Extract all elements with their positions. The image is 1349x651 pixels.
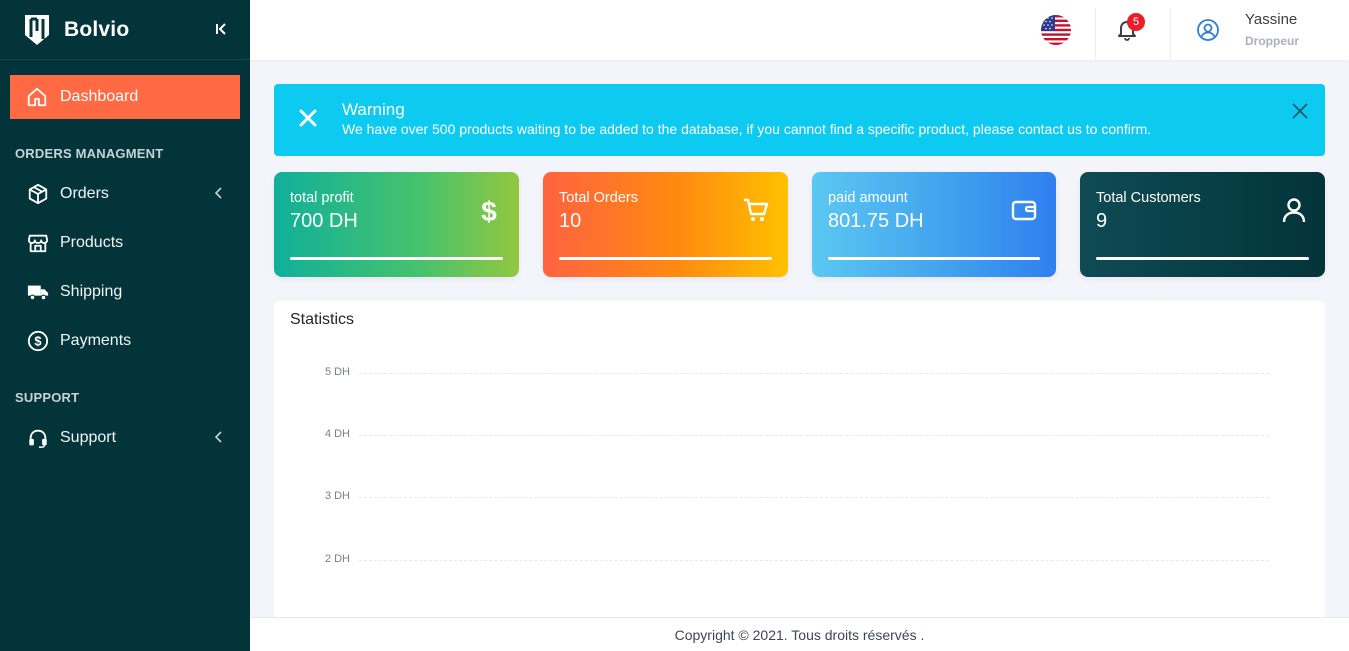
card-progress-bar [828, 257, 1040, 260]
y-axis-tick: 5 DH [324, 366, 350, 378]
y-axis-tick: 3 DH [324, 490, 350, 502]
sidebar-item-label: Shipping [60, 283, 123, 300]
card-total-orders: Total Orders 10 [543, 172, 788, 277]
card-paid-amount: paid amount 801.75 DH [812, 172, 1056, 277]
sidebar-item-payments[interactable]: $ Payments [10, 321, 240, 361]
card-total-profit: total profit 700 DH $ [274, 172, 519, 277]
warning-alert: Warning We have over 500 products waitin… [274, 84, 1325, 156]
card-label: Total Customers [1096, 190, 1201, 206]
card-value: 700 DH [290, 210, 358, 232]
user-avatar-icon[interactable] [1196, 18, 1220, 42]
alert-message: We have over 500 products waiting to be … [342, 121, 1152, 137]
statistics-panel: Statistics 5 DH 4 DH 3 DH 2 DH [274, 301, 1325, 631]
box-icon [26, 182, 50, 206]
sidebar-item-label: Dashboard [60, 88, 139, 105]
wallet-icon [1011, 200, 1037, 221]
chevron-left-icon [214, 187, 222, 199]
grid-line [359, 560, 1269, 561]
card-label: total profit [290, 190, 354, 206]
chevron-left-icon [214, 431, 222, 443]
sidebar-item-orders[interactable]: Orders [10, 174, 240, 214]
sidebar: Bolvio Dashboard ORDERS MANAGMENT Orders… [0, 0, 250, 651]
sidebar-item-label: Orders [60, 185, 109, 202]
statistics-title: Statistics [290, 311, 355, 328]
brand-name: Bolvio [64, 17, 130, 41]
footer: Copyright © 2021. Tous droits réservés . [250, 617, 1349, 651]
topbar: 5 Yassine Droppeur [250, 0, 1349, 60]
brand-logo-icon [25, 14, 49, 45]
grid-line [359, 435, 1269, 436]
section-title-orders: ORDERS MANAGMENT [15, 146, 164, 161]
grid-line [359, 497, 1269, 498]
dollar-icon: $ [481, 196, 497, 226]
store-icon [26, 231, 50, 255]
cart-icon [744, 198, 769, 221]
section-title-support: SUPPORT [15, 390, 80, 405]
footer-copyright: Copyright © 2021. Tous droits réservés . [674, 626, 925, 643]
sidebar-item-label: Support [60, 429, 117, 446]
sidebar-item-shipping[interactable]: Shipping [10, 272, 240, 312]
sidebar-item-label: Payments [60, 332, 132, 349]
card-value: 9 [1096, 210, 1108, 232]
alert-close-icon[interactable] [1291, 102, 1309, 120]
sidebar-collapse-icon[interactable] [210, 18, 232, 40]
card-progress-bar [1096, 257, 1309, 260]
topbar-divider [1095, 8, 1096, 60]
truck-icon [26, 280, 50, 304]
alert-title: Warning [342, 100, 405, 119]
y-axis-tick: 4 DH [324, 428, 350, 440]
brand[interactable]: Bolvio [0, 0, 250, 60]
us-flag-icon[interactable] [1041, 15, 1071, 45]
card-progress-bar [559, 257, 772, 260]
topbar-divider [1170, 8, 1171, 60]
dollar-circle-icon: $ [26, 329, 50, 353]
card-label: paid amount [828, 190, 908, 206]
user-icon [1282, 198, 1306, 223]
sidebar-item-support[interactable]: Support [10, 418, 240, 458]
card-total-customers: Total Customers 9 [1080, 172, 1325, 277]
grid-line [359, 373, 1269, 374]
card-label: Total Orders [559, 190, 638, 206]
headset-icon [26, 426, 50, 450]
y-axis-tick: 2 DH [324, 553, 350, 565]
sidebar-item-products[interactable]: Products [10, 223, 240, 263]
sidebar-item-label: Products [60, 234, 124, 251]
user-role: Droppeur [1245, 34, 1299, 48]
sidebar-item-dashboard[interactable]: Dashboard [10, 75, 240, 119]
card-progress-bar [290, 257, 503, 260]
home-icon [27, 87, 47, 107]
svg-text:$: $ [34, 334, 41, 349]
close-icon [299, 109, 317, 127]
card-value: 801.75 DH [828, 210, 924, 232]
user-name[interactable]: Yassine [1245, 11, 1297, 28]
card-value: 10 [559, 210, 582, 232]
svg-text:$: $ [481, 196, 497, 226]
notification-badge: 5 [1127, 13, 1145, 31]
